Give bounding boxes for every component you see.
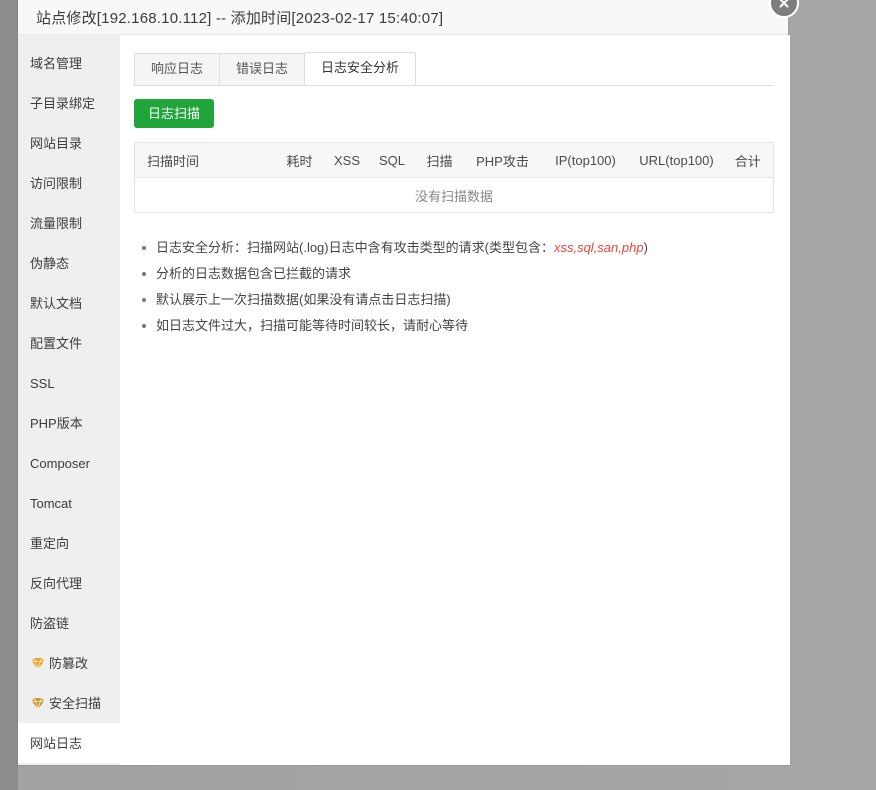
tab-bar: 响应日志 错误日志 日志安全分析 — [134, 52, 774, 86]
sidebar-item-label: 配置文件 — [30, 335, 83, 351]
sidebar-item-label: Composer — [30, 455, 90, 471]
note-emphasis: xss,sql,san,php — [553, 240, 644, 255]
sidebar-item-php-version[interactable]: PHP版本 — [18, 403, 120, 443]
close-icon — [779, 0, 789, 8]
sidebar-item-domain[interactable]: 域名管理 — [18, 43, 120, 83]
table-header-ip-top100: IP(top100) — [540, 142, 631, 178]
sidebar: 域名管理 子目录绑定 网站目录 访问限制 流量限制 伪静态 默认文档 配置文件 — [18, 35, 120, 765]
tab-error-log[interactable]: 错误日志 — [219, 53, 306, 85]
sidebar-item-label: Tomcat — [30, 495, 72, 511]
sidebar-item-subdir-bind[interactable]: 子目录绑定 — [18, 83, 120, 123]
sidebar-item-label: 防篡改 — [49, 655, 89, 671]
table-header-scan-time: 扫描时间 — [134, 142, 275, 178]
table-header-scan: 扫描 — [414, 142, 465, 178]
list-item: 日志安全分析：扫描网站(.log)日志中含有攻击类型的请求(类型包含：xss,s… — [142, 235, 774, 261]
note-text: 如日志文件过大，扫描可能等待时间较长，请耐心等待 — [156, 318, 469, 333]
sidebar-item-redirect[interactable]: 重定向 — [18, 523, 120, 563]
list-item: 默认展示上一次扫描数据(如果没有请点击日志扫描) — [142, 287, 774, 313]
list-item: 如日志文件过大，扫描可能等待时间较长，请耐心等待 — [142, 313, 774, 339]
sidebar-item-label: 网站日志 — [30, 735, 83, 751]
table-header-total: 合计 — [722, 142, 774, 178]
sidebar-item-default-doc[interactable]: 默认文档 — [18, 283, 120, 323]
sidebar-item-label: PHP版本 — [30, 415, 83, 431]
tab-log-security-analysis[interactable]: 日志安全分析 — [304, 52, 417, 85]
table-empty-text: 没有扫描数据 — [414, 188, 493, 204]
tab-response-log[interactable]: 响应日志 — [134, 53, 221, 85]
sidebar-item-label: 流量限制 — [30, 215, 83, 231]
table-header-duration: 耗时 — [274, 142, 325, 178]
table-header-xss: XSS — [324, 142, 370, 178]
sidebar-item-label: 子目录绑定 — [30, 95, 96, 111]
note-text: 日志安全分析：扫描网站(.log)日志中含有攻击类型的请求(类型包含： — [156, 240, 554, 255]
gem-icon — [30, 696, 45, 711]
sidebar-item-tomcat[interactable]: Tomcat — [18, 483, 120, 523]
sidebar-item-access-limit[interactable]: 访问限制 — [18, 163, 120, 203]
sidebar-item-config-file[interactable]: 配置文件 — [18, 323, 120, 363]
sidebar-item-reverse-proxy[interactable]: 反向代理 — [18, 563, 120, 603]
sidebar-item-anti-leech[interactable]: 防盗链 — [18, 603, 120, 643]
dialog-titlebar: 站点修改[192.168.10.112] -- 添加时间[2023-02-17 … — [18, 0, 788, 35]
sidebar-item-label: 网站目录 — [30, 135, 83, 151]
sidebar-item-rewrite[interactable]: 伪静态 — [18, 243, 120, 283]
table-header-php-attack: PHP攻击 — [464, 142, 541, 178]
sidebar-item-site-log[interactable]: 网站日志 — [18, 723, 120, 763]
sidebar-item-ssl[interactable]: SSL — [18, 363, 120, 403]
note-text-after: ) — [643, 240, 648, 255]
table-header-url-top100: URL(top100) — [630, 142, 723, 178]
main-panel: 响应日志 错误日志 日志安全分析 日志扫描 扫描时间 耗时 XSS SQL 扫描… — [120, 35, 790, 765]
table-header-row: 扫描时间 耗时 XSS SQL 扫描 PHP攻击 IP(top100) URL(… — [134, 142, 774, 178]
sidebar-item-label: 访问限制 — [30, 175, 83, 191]
notes-list: 日志安全分析：扫描网站(.log)日志中含有攻击类型的请求(类型包含：xss,s… — [134, 235, 774, 339]
sidebar-item-label: 伪静态 — [30, 255, 70, 271]
note-text: 默认展示上一次扫描数据(如果没有请点击日志扫描) — [156, 292, 451, 307]
sidebar-item-security-scan[interactable]: 安全扫描 — [18, 683, 120, 723]
sidebar-item-label: 安全扫描 — [49, 695, 102, 711]
sidebar-item-anti-tamper[interactable]: 防篡改 — [18, 643, 120, 683]
table-empty-row: 没有扫描数据 — [135, 178, 774, 213]
page-left-edge — [0, 0, 18, 790]
log-scan-button[interactable]: 日志扫描 — [134, 99, 215, 128]
scan-results-table: 扫描时间 耗时 XSS SQL 扫描 PHP攻击 IP(top100) URL(… — [134, 142, 774, 213]
dialog-body: 域名管理 子目录绑定 网站目录 访问限制 流量限制 伪静态 默认文档 配置文件 — [18, 35, 790, 765]
sidebar-item-composer[interactable]: Composer — [18, 443, 120, 483]
list-item: 分析的日志数据包含已拦截的请求 — [142, 261, 774, 287]
sidebar-item-traffic-limit[interactable]: 流量限制 — [18, 203, 120, 243]
sidebar-item-label: 防盗链 — [30, 615, 70, 631]
gem-icon — [30, 656, 45, 671]
note-text: 分析的日志数据包含已拦截的请求 — [156, 266, 352, 281]
sidebar-item-label: 默认文档 — [30, 295, 83, 311]
site-edit-dialog: 站点修改[192.168.10.112] -- 添加时间[2023-02-17 … — [18, 0, 799, 765]
sidebar-item-label: 反向代理 — [30, 575, 83, 591]
page-title: 站点修改[192.168.10.112] -- 添加时间[2023-02-17 … — [36, 9, 444, 27]
sidebar-item-site-dir[interactable]: 网站目录 — [18, 123, 120, 163]
sidebar-item-label: 域名管理 — [30, 55, 83, 71]
table-header-sql: SQL — [369, 142, 415, 178]
sidebar-item-label: 重定向 — [30, 535, 70, 551]
sidebar-item-label: SSL — [30, 375, 55, 391]
